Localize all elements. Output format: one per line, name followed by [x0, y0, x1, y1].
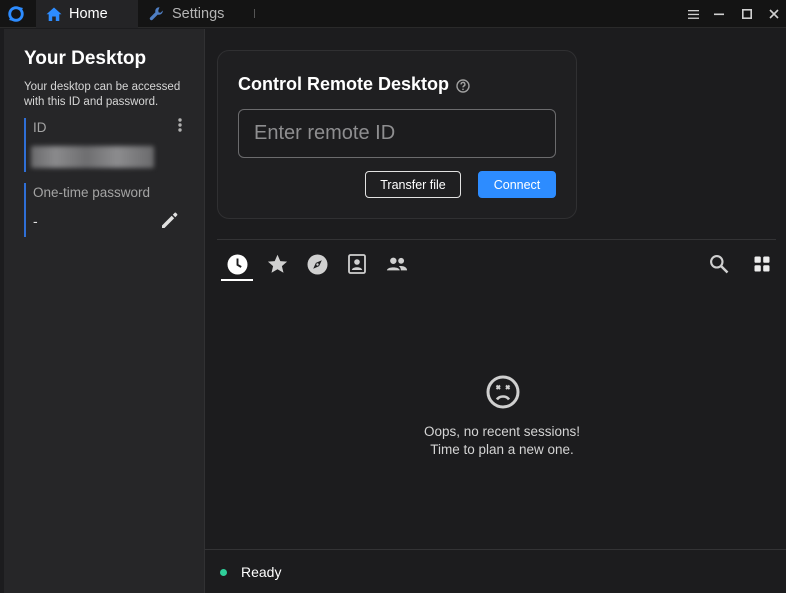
- control-remote-card: Control Remote Desktop Transfer file Con…: [217, 50, 577, 219]
- minimize-icon: [714, 13, 724, 16]
- wrench-icon: [149, 7, 163, 21]
- close-icon: [769, 9, 779, 19]
- status-text: Ready: [241, 564, 282, 580]
- home-icon: [46, 7, 62, 21]
- tab-settings[interactable]: Settings: [146, 0, 256, 28]
- status-indicator-dot: [220, 569, 227, 576]
- app-logo-icon: [8, 6, 24, 22]
- password-section: One-time password -: [24, 183, 194, 237]
- your-desktop-panel: Your Desktop Your desktop can be accesse…: [4, 29, 205, 593]
- active-tab-indicator: [221, 279, 253, 281]
- tab-separator: [254, 9, 255, 18]
- more-options-icon[interactable]: [174, 117, 186, 135]
- password-value: -: [33, 213, 38, 229]
- empty-message-title: Oops, no recent sessions!: [423, 424, 581, 439]
- menu-icon: [687, 9, 699, 19]
- section-divider: [217, 239, 776, 240]
- remote-id-input[interactable]: [238, 109, 556, 158]
- discovered-compass-icon: [307, 254, 327, 274]
- minimize-button[interactable]: [709, 4, 729, 24]
- panel-description: Your desktop can be accessed with this I…: [24, 81, 181, 108]
- help-icon[interactable]: [456, 79, 470, 93]
- recent-clock-icon: [227, 254, 247, 274]
- group-icon: [386, 257, 408, 271]
- title-bar: Home Settings: [0, 0, 786, 28]
- edit-pencil-icon[interactable]: [160, 210, 180, 230]
- tab-address-book[interactable]: [346, 253, 368, 275]
- status-bar: Ready: [205, 549, 786, 593]
- tab-favorites[interactable]: [266, 253, 288, 275]
- connect-button[interactable]: Connect: [478, 171, 556, 198]
- password-label: One-time password: [33, 185, 151, 200]
- tab-home-label: Home: [69, 6, 108, 22]
- close-button[interactable]: [764, 4, 784, 24]
- search-icon: [710, 255, 729, 274]
- grid-view-icon: [754, 256, 770, 272]
- empty-message-subtitle: Time to plan a new one.: [430, 442, 574, 457]
- id-section: ID: [24, 118, 194, 172]
- sad-face-icon: [486, 375, 520, 409]
- maximize-button[interactable]: [737, 4, 757, 24]
- id-label: ID: [33, 120, 47, 135]
- tab-settings-label: Settings: [172, 6, 225, 22]
- maximize-icon: [742, 9, 752, 19]
- search-button[interactable]: [708, 253, 730, 275]
- tab-discovered[interactable]: [306, 253, 328, 275]
- favorites-star-icon: [267, 254, 287, 273]
- view-toggle-button[interactable]: [751, 253, 773, 275]
- id-value-blurred[interactable]: [31, 146, 154, 168]
- panel-title: Your Desktop: [24, 48, 147, 69]
- tab-home[interactable]: Home: [36, 0, 138, 28]
- tab-recent-sessions[interactable]: [226, 253, 248, 275]
- address-book-icon: [348, 254, 366, 274]
- menu-button[interactable]: [683, 4, 703, 24]
- control-title: Control Remote Desktop: [238, 74, 450, 94]
- tab-groups[interactable]: [386, 253, 408, 275]
- transfer-file-button[interactable]: Transfer file: [365, 171, 461, 198]
